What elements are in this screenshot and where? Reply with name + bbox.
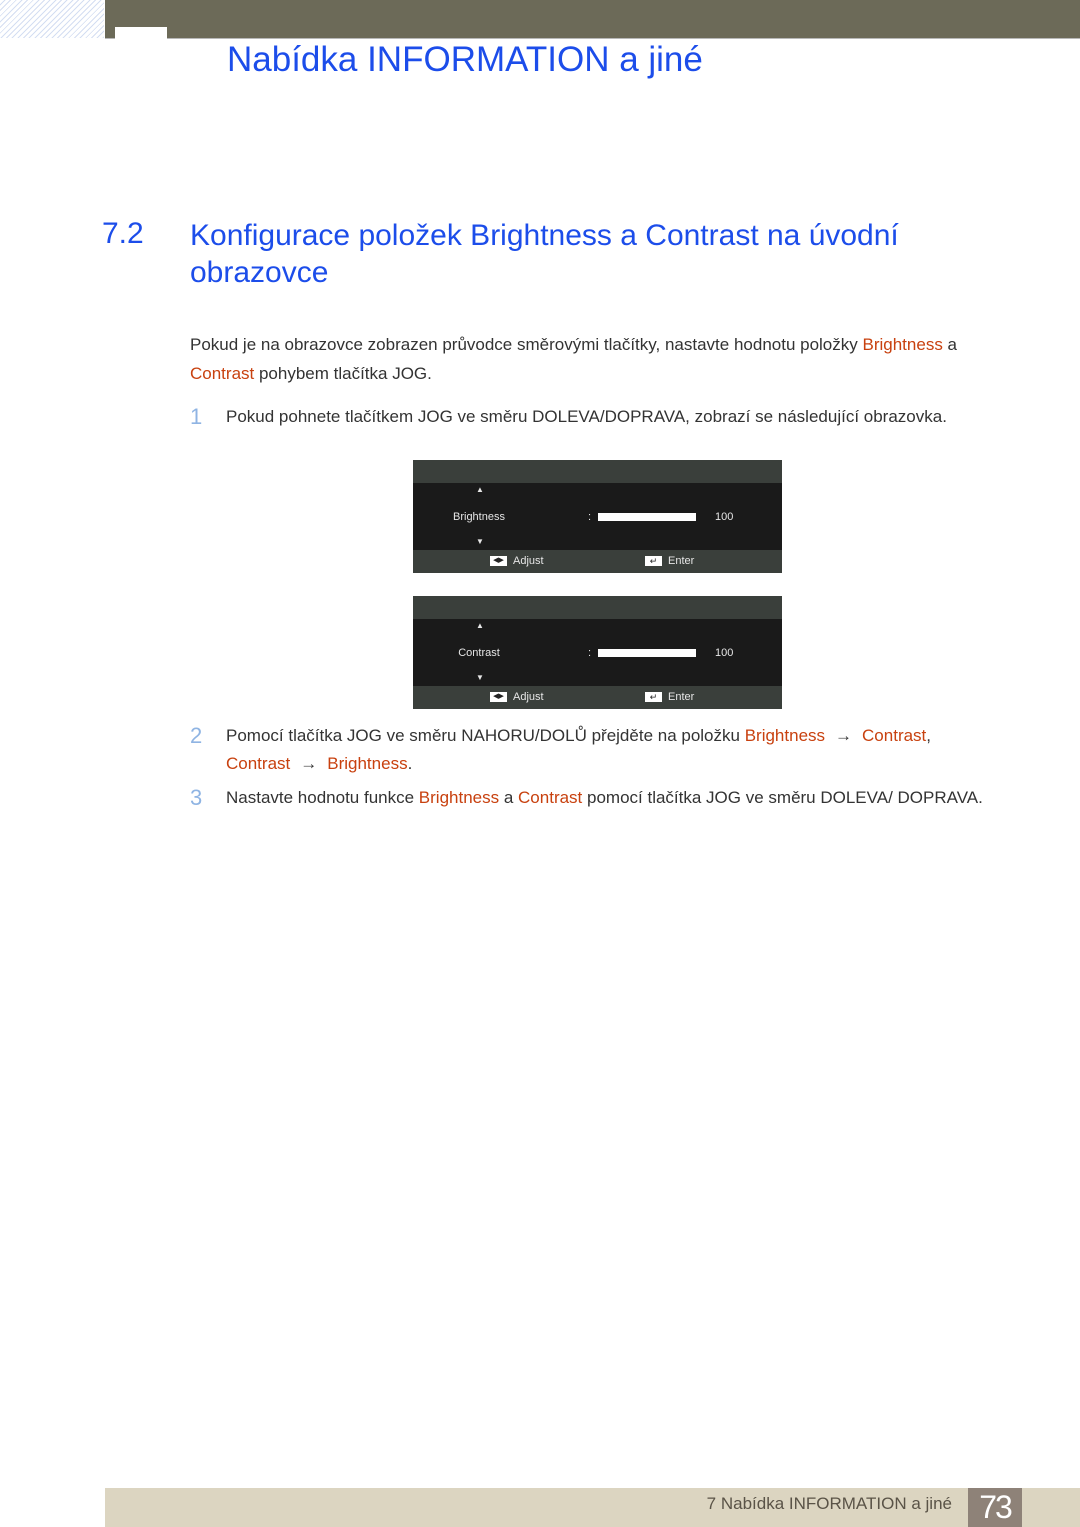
osd-screen-contrast: ▲ Contrast : 100 ▼ ◀▶ Adjust ↵ Enter <box>413 596 782 709</box>
right-arrow-icon: → <box>300 754 318 773</box>
osd-item-label: Brightness <box>453 511 505 523</box>
highlight-contrast: Contrast <box>518 788 583 807</box>
right-arrow-icon: → <box>835 726 853 745</box>
header-bar <box>105 0 1080 39</box>
highlight-contrast: Contrast <box>190 364 255 383</box>
period: . <box>407 754 413 773</box>
osd-level-bar <box>598 649 696 657</box>
osd-level-bar <box>598 513 696 521</box>
step-text-part: Nastavte hodnotu funkce <box>226 788 419 807</box>
highlight-contrast: Contrast <box>226 754 291 773</box>
highlight-brightness: Brightness <box>418 788 500 807</box>
osd-value: 100 <box>715 511 734 523</box>
osd-item-label: Contrast <box>458 647 500 659</box>
osd-footer: ◀▶ Adjust ↵ Enter <box>413 686 782 709</box>
step-text-part: pomocí tlačítka JOG ve směru DOLEVA/ DOP… <box>582 788 983 807</box>
highlight-brightness: Brightness <box>862 335 943 354</box>
header-hatch-decoration <box>0 0 104 38</box>
enter-icon: ↵ <box>645 556 662 566</box>
intro-paragraph: Pokud je na obrazovce zobrazen průvodce … <box>190 330 1010 388</box>
step-text-part: Pomocí tlačítka JOG ve směru NAHORU/DOLŮ… <box>226 726 745 745</box>
page-number: 73 <box>968 1488 1022 1527</box>
step-number: 2 <box>190 723 203 748</box>
step-text: Nastavte hodnotu funkce Brightness a Con… <box>226 784 1006 812</box>
step-text: Pomocí tlačítka JOG ve směru NAHORU/DOLŮ… <box>226 722 1006 778</box>
step-text: Pokud pohnete tlačítkem JOG ve směru DOL… <box>226 407 947 426</box>
section-number: 7.2 <box>102 217 144 250</box>
highlight-brightness: Brightness <box>744 726 826 745</box>
left-right-icon: ◀▶ <box>490 556 507 566</box>
step-number: 3 <box>190 785 203 810</box>
down-arrow-icon: ▼ <box>476 673 484 682</box>
step-number: 1 <box>190 404 203 429</box>
osd-header <box>413 460 782 483</box>
up-arrow-icon: ▲ <box>476 621 484 630</box>
enter-label: Enter <box>668 691 695 703</box>
footer-chapter-label: 7 Nabídka INFORMATION a jiné <box>706 1494 952 1513</box>
header-tab-marker <box>115 27 167 39</box>
intro-text: pohybem tlačítka JOG. <box>254 364 432 383</box>
osd-header <box>413 596 782 619</box>
up-arrow-icon: ▲ <box>476 485 484 494</box>
intro-text: Pokud je na obrazovce zobrazen průvodce … <box>190 335 863 354</box>
adjust-label: Adjust <box>513 691 544 703</box>
section-title: Konfigurace položek Brightness a Contras… <box>190 219 899 289</box>
adjust-label: Adjust <box>513 555 544 567</box>
highlight-contrast: Contrast <box>862 726 927 745</box>
highlight-brightness: Brightness <box>327 754 408 773</box>
intro-text: a <box>942 335 958 354</box>
down-arrow-icon: ▼ <box>476 537 484 546</box>
osd-colon: : <box>588 511 592 523</box>
osd-footer: ◀▶ Adjust ↵ Enter <box>413 550 782 573</box>
separator: , <box>926 726 932 745</box>
left-right-icon: ◀▶ <box>490 692 507 702</box>
osd-colon: : <box>588 647 592 659</box>
osd-value: 100 <box>715 647 734 659</box>
step-text-part: a <box>499 788 519 807</box>
osd-screen-brightness: ▲ Brightness : 100 ▼ ◀▶ Adjust ↵ Enter <box>413 460 782 573</box>
chapter-title: Nabídka INFORMATION a jiné <box>227 40 703 79</box>
enter-label: Enter <box>668 555 695 567</box>
enter-icon: ↵ <box>645 692 662 702</box>
